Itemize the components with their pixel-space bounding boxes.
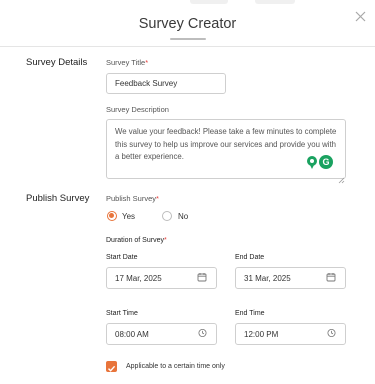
start-date-input[interactable]: 17 Mar, 2025: [106, 267, 217, 289]
radio-yes[interactable]: [107, 211, 117, 221]
header-divider: [0, 46, 375, 47]
section-publish-survey: Publish Survey: [26, 193, 90, 204]
survey-description-value: We value your feedback! Please take a fe…: [115, 127, 337, 161]
grammar-badge[interactable]: G: [319, 155, 333, 169]
end-time-value: 12:00 PM: [244, 329, 279, 339]
calendar-icon[interactable]: [326, 272, 336, 284]
end-date-input[interactable]: 31 Mar, 2025: [235, 267, 346, 289]
end-time-input[interactable]: 12:00 PM: [235, 323, 346, 345]
calendar-icon[interactable]: [197, 272, 207, 284]
grammar-check-icon[interactable]: [306, 156, 318, 175]
radio-yes-label: Yes: [122, 212, 136, 221]
survey-title-input[interactable]: Feedback Survey: [106, 73, 226, 94]
time-only-label: Applicable to a certain time only: [126, 363, 225, 370]
start-date-label: Start Date: [106, 254, 138, 261]
section-survey-details: Survey Details: [26, 57, 88, 68]
dialog-title: Survey Creator: [138, 16, 237, 32]
background-tab: [255, 0, 295, 4]
end-date-value: 31 Mar, 2025: [244, 273, 291, 283]
radio-no[interactable]: [162, 211, 172, 221]
start-date-value: 17 Mar, 2025: [115, 273, 162, 283]
time-only-checkbox[interactable]: [106, 361, 117, 372]
title-underline: [170, 38, 206, 40]
radio-no-label: No: [178, 212, 189, 221]
end-time-label: End Time: [235, 310, 265, 317]
publish-survey-label: Publish Survey*: [106, 194, 159, 203]
close-icon[interactable]: [355, 10, 366, 25]
survey-title-value: Feedback Survey: [115, 79, 178, 88]
clock-icon[interactable]: [198, 328, 207, 340]
end-date-label: End Date: [235, 254, 265, 261]
background-tab: [190, 0, 228, 4]
start-time-input[interactable]: 08:00 AM: [106, 323, 217, 345]
start-time-label: Start Time: [106, 310, 138, 317]
survey-description-label: Survey Description: [106, 105, 169, 114]
check-icon: [108, 365, 116, 372]
start-time-value: 08:00 AM: [115, 329, 149, 339]
duration-label: Duration of Survey*: [106, 237, 167, 244]
clock-icon[interactable]: [327, 328, 336, 340]
survey-title-label: Survey Title*: [106, 58, 149, 67]
resize-handle-icon[interactable]: [338, 171, 345, 189]
